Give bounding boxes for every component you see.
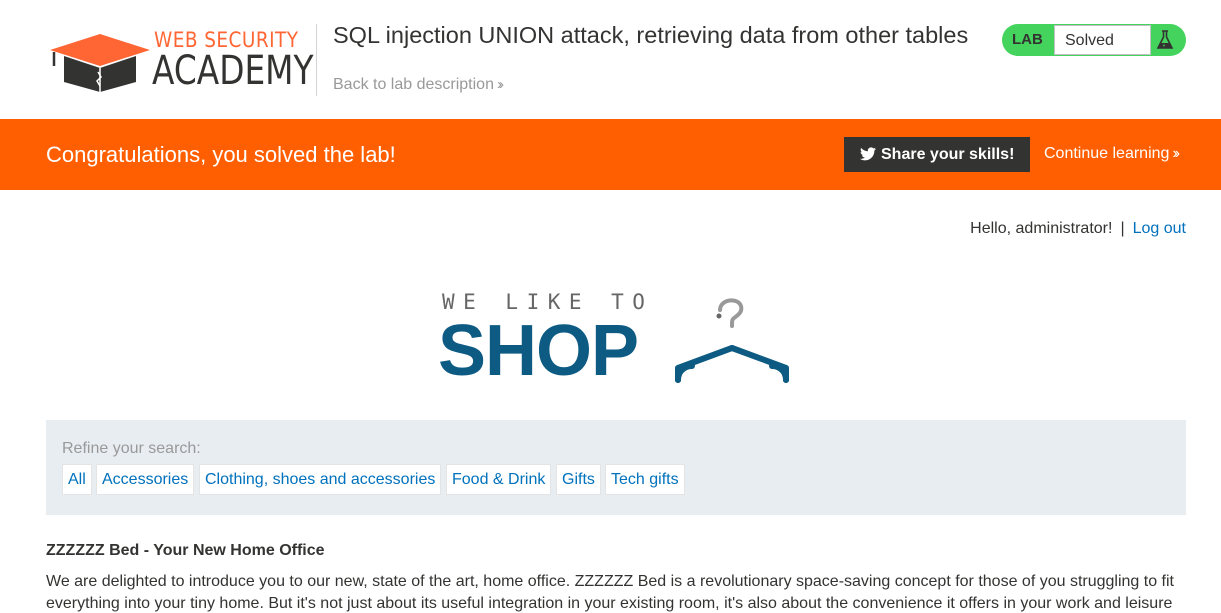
account-separator: | [1120, 220, 1125, 237]
back-link-label: Back to lab description [333, 76, 494, 93]
continue-learning-link[interactable]: Continue learning ›› [1044, 145, 1180, 163]
filter-food-drink[interactable]: Food & Drink [446, 464, 552, 495]
header-divider [316, 24, 317, 96]
academy-logo-icon [50, 34, 150, 92]
refine-label: Refine your search: [62, 440, 201, 457]
shop-logo[interactable]: WE LIKE TO SHOP [438, 288, 798, 391]
article-body: We are delighted to introduce you to our… [46, 573, 1174, 612]
back-to-lab-description-link[interactable]: Back to lab description ›› [333, 76, 504, 94]
logo-text-bottom: ACADEMY [152, 48, 314, 94]
filter-gifts[interactable]: Gifts [556, 464, 601, 495]
lab-status-value: Solved [1054, 25, 1151, 55]
category-filter: Refine your search: All Accessories Clot… [46, 420, 1186, 515]
article-title: ZZZZZZ Bed - Your New Home Office [46, 542, 325, 559]
account-bar: Hello, administrator! | Log out [970, 220, 1186, 238]
lab-header: WEB SECURITY ACADEMY SQL injection UNION… [0, 0, 1221, 119]
share-skills-label: Share your skills! [881, 146, 1015, 163]
continue-learning-label: Continue learning [1044, 145, 1170, 162]
solved-banner: Congratulations, you solved the lab! Sha… [0, 119, 1221, 190]
logout-link[interactable]: Log out [1133, 220, 1186, 237]
web-security-academy-logo[interactable]: WEB SECURITY ACADEMY [46, 26, 316, 96]
greeting-text: Hello, administrator! [970, 220, 1113, 237]
filter-clothing[interactable]: Clothing, shoes and accessories [199, 464, 442, 495]
chevron-double-right-icon: ›› [1172, 145, 1179, 162]
chevron-double-right-icon: ›› [496, 76, 504, 93]
twitter-icon [860, 147, 876, 161]
lab-badge-label: LAB [1012, 31, 1043, 48]
share-skills-button[interactable]: Share your skills! [844, 137, 1030, 172]
lab-title: SQL injection UNION attack, retrieving d… [333, 22, 969, 48]
shop-word: SHOP [438, 311, 639, 391]
flask-icon [1153, 28, 1177, 52]
coat-hanger-icon [675, 298, 789, 383]
solved-message: Congratulations, you solved the lab! [46, 142, 396, 167]
filter-accessories[interactable]: Accessories [96, 464, 195, 495]
lab-status-badge: LAB Solved [1002, 24, 1186, 56]
filter-tech-gifts[interactable]: Tech gifts [605, 464, 685, 495]
filter-all[interactable]: All [62, 464, 92, 495]
